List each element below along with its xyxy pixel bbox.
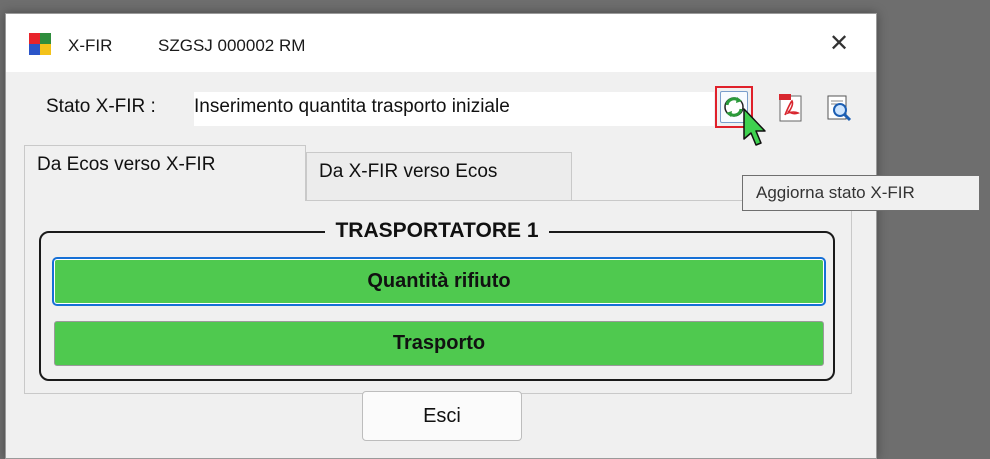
tooltip-text: Aggiorna stato X-FIR xyxy=(756,183,915,202)
transport-button[interactable]: Trasporto xyxy=(54,321,824,366)
status-value-field: Inserimento quantita trasporto iniziale xyxy=(194,92,714,126)
close-button[interactable]: ✕ xyxy=(816,27,862,61)
group-title-text: TRASPORTATORE 1 xyxy=(325,219,549,242)
pdf-icon xyxy=(779,94,802,122)
exit-button[interactable]: Esci xyxy=(362,391,522,441)
group-title: TRASPORTATORE 1 xyxy=(41,219,833,243)
tab-panel: TRASPORTATORE 1 Quantità rifiuto Traspor… xyxy=(24,200,852,394)
app-icon xyxy=(29,33,51,55)
tab-label: Da X-FIR verso Ecos xyxy=(319,161,498,182)
mouse-cursor-icon xyxy=(743,108,766,146)
status-label: Stato X-FIR : xyxy=(46,96,156,117)
window-title-app: X-FIR xyxy=(68,36,113,55)
xfir-dialog-window: X-FIR SZGSJ 000002 RM ✕ Stato X-FIR : In… xyxy=(5,13,877,459)
title-bar: X-FIR SZGSJ 000002 RM ✕ xyxy=(6,14,876,72)
tab-ecos-from-xfir[interactable]: Da X-FIR verso Ecos xyxy=(306,152,572,201)
close-icon: ✕ xyxy=(828,30,850,57)
document-search-button[interactable] xyxy=(823,93,853,123)
transporter-group: TRASPORTATORE 1 Quantità rifiuto Traspor… xyxy=(39,219,835,381)
tooltip: Aggiorna stato X-FIR xyxy=(742,175,980,211)
window-title-document: SZGSJ 000002 RM xyxy=(158,36,306,55)
tab-label: Da Ecos verso X-FIR xyxy=(37,154,216,175)
pdf-export-button[interactable] xyxy=(776,93,806,123)
waste-quantity-button[interactable]: Quantità rifiuto xyxy=(54,259,824,304)
tab-ecos-to-xfir[interactable]: Da Ecos verso X-FIR xyxy=(24,145,306,201)
status-value-text: Inserimento quantita trasporto iniziale xyxy=(194,96,510,117)
document-search-icon xyxy=(827,95,852,122)
